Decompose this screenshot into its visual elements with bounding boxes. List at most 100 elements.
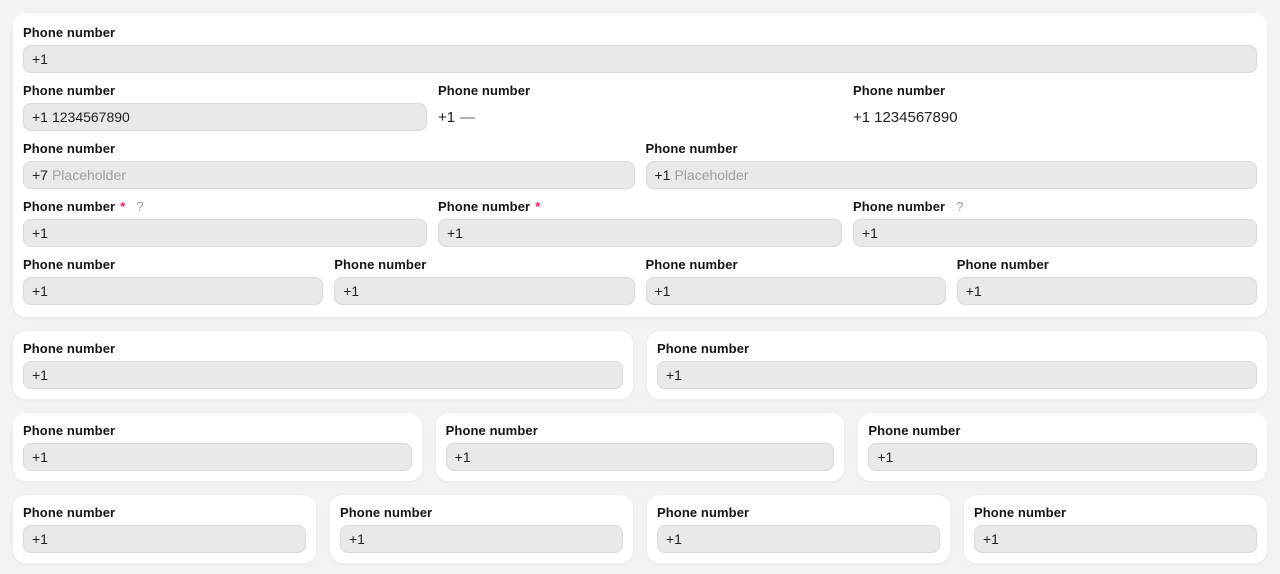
country-code-prefix: +1 (666, 531, 682, 547)
phone-value: 1234567890 (51, 109, 130, 125)
phone-static-value: +1 1234567890 (853, 103, 1257, 131)
field-row-1: Phone number +1 (23, 25, 1257, 73)
input-placeholder: Placeholder (674, 167, 749, 183)
required-marker: * (535, 199, 541, 214)
field-label: Phone number (334, 257, 427, 272)
phone-card: Phone number +1 (646, 494, 951, 564)
field-label-row: Phone number (446, 423, 835, 438)
country-code-prefix: +1 (853, 108, 871, 126)
field-label: Phone number (23, 199, 116, 214)
field-label-row: Phone number (868, 423, 1257, 438)
field-row-5: Phone number +1 Phone number +1 Phone nu… (23, 257, 1257, 305)
phone-input[interactable]: +1 (23, 277, 324, 305)
phone-input[interactable]: +7 Placeholder (23, 161, 635, 189)
field-label: Phone number (23, 341, 116, 356)
field-label-row: Phone number (657, 505, 940, 520)
field-label: Phone number (438, 83, 531, 98)
country-code-prefix: +1 (32, 109, 48, 125)
field-label: Phone number (23, 141, 116, 156)
phone-number-field-readonly: Phone number +1 — (438, 83, 842, 131)
phone-number-field: Phone number +1 (645, 257, 946, 305)
field-label: Phone number (340, 505, 433, 520)
field-label-row: Phone number (974, 505, 1257, 520)
phone-input[interactable]: +1 (438, 219, 842, 247)
field-label: Phone number (657, 341, 750, 356)
four-card-section: Phone number +1 Phone number +1 Phone nu… (12, 494, 1268, 564)
help-icon[interactable]: ? (136, 199, 143, 214)
phone-input[interactable]: +1 (956, 277, 1257, 305)
phone-input[interactable]: +1 (657, 361, 1257, 389)
help-icon[interactable]: ? (956, 199, 963, 214)
phone-card: Phone number +1 (963, 494, 1268, 564)
field-label-row: Phone number (23, 505, 306, 520)
field-label: Phone number (23, 83, 116, 98)
phone-number-field: Phone number ? +1 (853, 199, 1257, 247)
three-card-section: Phone number +1 Phone number +1 Phone nu… (12, 412, 1268, 482)
field-label-row: Phone number (340, 505, 623, 520)
field-label-row: Phone number (853, 83, 1257, 98)
field-label-row: Phone number * ? (23, 199, 427, 214)
field-label-row: Phone number (23, 423, 412, 438)
phone-input[interactable]: +1 (645, 277, 946, 305)
country-code-prefix: +1 (32, 531, 48, 547)
phone-fields-main-card: Phone number +1 Phone number +1 12345678… (12, 12, 1268, 318)
field-label: Phone number (23, 257, 116, 272)
field-label-row: Phone number (646, 141, 1258, 156)
phone-input[interactable]: +1 Placeholder (645, 161, 1257, 189)
field-label-row: Phone number (334, 257, 634, 272)
input-placeholder: Placeholder (51, 167, 126, 183)
phone-input[interactable]: +1 (340, 525, 623, 553)
field-label: Phone number (445, 423, 538, 438)
country-code-prefix: +1 (32, 449, 48, 465)
required-marker: * (120, 199, 126, 214)
phone-input[interactable]: +1 (974, 525, 1257, 553)
field-label: Phone number (23, 505, 116, 520)
field-label: Phone number (853, 199, 946, 214)
phone-number-field-required: Phone number * ? +1 (23, 199, 427, 247)
field-label-row: Phone number (646, 257, 946, 272)
field-row-2: Phone number +1 1234567890 Phone number … (23, 83, 1257, 131)
phone-input[interactable]: +1 (23, 443, 412, 471)
field-label-row: Phone number (23, 25, 1257, 40)
phone-input[interactable]: +1 (23, 525, 306, 553)
phone-card: Phone number +1 (12, 494, 317, 564)
phone-input[interactable]: +1 (853, 219, 1257, 247)
country-code-prefix: +1 (654, 167, 671, 183)
empty-value-dash: — (460, 108, 476, 126)
country-code-prefix: +1 (666, 367, 682, 383)
field-label: Phone number (974, 505, 1067, 520)
field-label: Phone number (657, 505, 750, 520)
country-code-prefix: +1 (32, 225, 48, 241)
phone-number-field: Phone number +1 1234567890 (23, 83, 427, 131)
field-label: Phone number (23, 423, 116, 438)
phone-static-value: +1 — (438, 103, 842, 131)
field-label-row: Phone number (23, 257, 323, 272)
phone-input[interactable]: +1 (23, 361, 623, 389)
phone-input[interactable]: +1 (868, 443, 1257, 471)
country-code-prefix: +1 (32, 367, 48, 383)
field-row-3: Phone number +7 Placeholder Phone number… (23, 141, 1257, 189)
phone-input[interactable]: +1 (445, 443, 835, 471)
country-code-prefix: +1 (983, 531, 999, 547)
phone-card: Phone number +1 (434, 412, 846, 482)
phone-input[interactable]: +1 (23, 45, 1257, 73)
field-label-row: Phone number * (438, 199, 842, 214)
phone-number-field: Phone number +1 (23, 25, 1257, 73)
field-label: Phone number (438, 199, 531, 214)
phone-input[interactable]: +1 1234567890 (23, 103, 427, 131)
country-code-prefix: +1 (862, 225, 878, 241)
country-code-prefix: +1 (877, 449, 894, 465)
phone-input[interactable]: +1 (23, 219, 427, 247)
field-row-4: Phone number * ? +1 Phone number * +1 Ph… (23, 199, 1257, 247)
phone-number-field: Phone number +1 (334, 257, 635, 305)
field-label: Phone number (868, 423, 961, 438)
phone-number-field: Phone number +7 Placeholder (23, 141, 635, 189)
country-code-prefix: +1 (654, 283, 671, 299)
field-label-row: Phone number (23, 83, 427, 98)
phone-card: Phone number +1 (12, 412, 423, 482)
phone-card: Phone number +1 (12, 330, 634, 400)
phone-input[interactable]: +1 (334, 277, 635, 305)
phone-input[interactable]: +1 (657, 525, 940, 553)
phone-card: Phone number +1 (646, 330, 1268, 400)
field-label: Phone number (645, 141, 738, 156)
